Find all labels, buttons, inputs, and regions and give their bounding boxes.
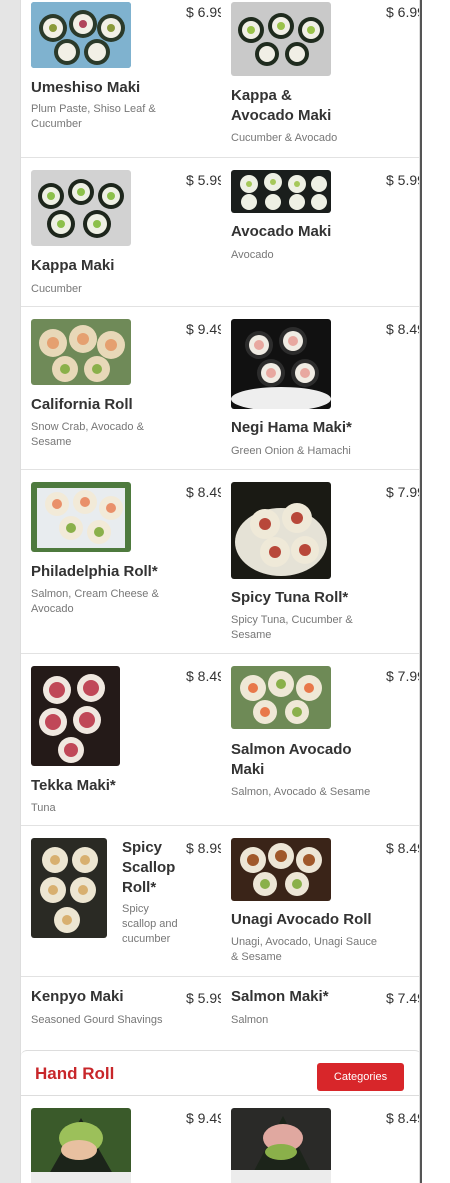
item-description: Unagi, Avocado, Unagi Sauce & Sesame	[231, 936, 377, 963]
item-photo	[31, 666, 120, 766]
menu-row: $ 6.99 Umeshiso Maki Plum Paste, Shiso L…	[21, 0, 419, 158]
item-price: $ 7.49	[386, 990, 419, 1006]
menu-row: $ 8.99 Spicy Scallop Roll* Spicy scallop…	[21, 826, 419, 977]
item-photo	[231, 319, 331, 409]
item-photo	[231, 666, 331, 729]
item-photo	[31, 319, 131, 385]
item-name: Kappa Maki	[31, 257, 115, 274]
item-name: Unagi Avocado Roll	[231, 911, 372, 928]
item-description: Salmon, Avocado & Sesame	[231, 786, 371, 798]
item-name: Kenpyo Maki	[31, 988, 124, 1005]
menu-item-negi-hama-maki[interactable]: $ 8.49 Negi Hama Maki* Green Onion & Ham…	[221, 307, 419, 469]
item-price: $ 8.99	[186, 840, 221, 856]
menu-item-hand-roll-1[interactable]: $ 9.49	[21, 1096, 221, 1183]
menu-item-spicy-scallop-roll[interactable]: $ 8.99 Spicy Scallop Roll* Spicy scallop…	[21, 826, 221, 976]
item-name: Salmon Avocado Maki	[231, 741, 352, 778]
menu-item-hand-roll-2[interactable]: $ 8.49	[221, 1096, 419, 1183]
menu-item-avocado-maki[interactable]: $ 5.99 Avocado Maki Avocado	[221, 158, 419, 306]
item-price: $ 7.99	[386, 484, 419, 500]
menu-item-kenpyo-maki[interactable]: $ 5.99 Kenpyo Maki Seasoned Gourd Shavin…	[21, 977, 221, 1050]
item-photo	[31, 838, 107, 938]
section-header-hand-roll: Hand Roll Categories	[21, 1050, 419, 1096]
menu-row: $ 8.49 Philadelphia Roll* Salmon, Cream …	[21, 470, 419, 654]
item-photo	[231, 838, 331, 901]
menu-panel: $ 6.99 Umeshiso Maki Plum Paste, Shiso L…	[20, 0, 420, 1183]
item-price: $ 7.99	[386, 668, 419, 684]
categories-button[interactable]: Categories	[317, 1063, 404, 1091]
item-price: $ 5.99	[186, 990, 221, 1006]
menu-item-kappa-avocado-maki[interactable]: $ 6.99 Kappa & Avocado Maki Cucumber & A…	[221, 0, 419, 157]
item-price: $ 8.49	[386, 1110, 419, 1126]
item-name: Avocado Maki	[231, 223, 332, 240]
item-price: $ 8.49	[186, 668, 221, 684]
item-photo	[231, 170, 331, 213]
item-price: $ 5.99	[386, 172, 419, 188]
section-title: Hand Roll	[35, 1064, 115, 1083]
item-price: $ 8.49	[386, 321, 419, 337]
menu-item-salmon-avocado-maki[interactable]: $ 7.99 Salmon Avocado Maki Salmon, Avoca…	[221, 654, 419, 825]
item-name: Tekka Maki*	[31, 777, 116, 794]
item-name: Spicy Scallop Roll*	[122, 839, 176, 896]
item-price: $ 8.49	[186, 484, 221, 500]
item-photo	[231, 1108, 331, 1183]
item-name: Salmon Maki*	[231, 988, 329, 1005]
item-description: Avocado	[231, 249, 274, 261]
scroll-gutter	[420, 0, 450, 1183]
item-photo	[31, 2, 131, 68]
menu-row: $ 9.49 $ 8.49	[21, 1096, 419, 1183]
item-price: $ 8.49	[386, 840, 419, 856]
item-description: Green Onion & Hamachi	[231, 445, 351, 457]
item-description: Cucumber & Avocado	[231, 132, 338, 144]
item-name: Negi Hama Maki*	[231, 419, 352, 436]
item-photo	[231, 482, 331, 579]
item-photo	[31, 482, 131, 552]
item-photo	[231, 2, 331, 76]
item-name: Kappa & Avocado Maki	[231, 87, 332, 124]
menu-item-spicy-tuna-roll[interactable]: $ 7.99 Spicy Tuna Roll* Spicy Tuna, Cucu…	[221, 470, 419, 653]
item-price: $ 9.49	[186, 321, 221, 337]
menu-row: $ 5.99 Kenpyo Maki Seasoned Gourd Shavin…	[21, 977, 419, 1050]
item-description: Salmon, Cream Cheese & Avocado	[31, 588, 159, 615]
item-description: Spicy scallop and cucumber	[122, 903, 178, 945]
item-description: Tuna	[31, 802, 56, 814]
item-price: $ 6.99	[186, 4, 221, 20]
item-price: $ 5.99	[186, 172, 221, 188]
page-gutter-left	[0, 0, 20, 1183]
item-description: Spicy Tuna, Cucumber & Sesame	[231, 614, 353, 641]
item-description: Plum Paste, Shiso Leaf & Cucumber	[31, 103, 156, 130]
menu-item-unagi-avocado-roll[interactable]: $ 8.49 Unagi Avocado Roll Unagi, Avocado…	[221, 826, 419, 976]
item-photo	[31, 1108, 131, 1183]
item-description: Seasoned Gourd Shavings	[31, 1014, 163, 1026]
menu-row: $ 8.49 Tekka Maki* Tuna $ 7.99 Salmon Av…	[21, 654, 419, 826]
item-name: Spicy Tuna Roll*	[231, 589, 349, 606]
menu-item-umeshiso-maki[interactable]: $ 6.99 Umeshiso Maki Plum Paste, Shiso L…	[21, 0, 221, 157]
item-name: Philadelphia Roll*	[31, 563, 158, 580]
item-description: Snow Crab, Avocado & Sesame	[31, 421, 144, 448]
item-name: California Roll	[31, 396, 133, 413]
menu-item-philadelphia-roll[interactable]: $ 8.49 Philadelphia Roll* Salmon, Cream …	[21, 470, 221, 653]
menu-row: $ 9.49 California Roll Snow Crab, Avocad…	[21, 307, 419, 470]
item-name: Umeshiso Maki	[31, 79, 141, 96]
item-price: $ 6.99	[386, 4, 419, 20]
item-description: Salmon	[231, 1014, 269, 1026]
menu-item-california-roll[interactable]: $ 9.49 California Roll Snow Crab, Avocad…	[21, 307, 221, 469]
item-price: $ 9.49	[186, 1110, 221, 1126]
item-photo	[31, 170, 131, 246]
item-description: Cucumber	[31, 283, 82, 295]
menu-row: $ 5.99 Kappa Maki Cucumber $ 5.99 Avocad…	[21, 158, 419, 307]
menu-item-kappa-maki[interactable]: $ 5.99 Kappa Maki Cucumber	[21, 158, 221, 306]
menu-item-tekka-maki[interactable]: $ 8.49 Tekka Maki* Tuna	[21, 654, 221, 825]
menu-item-salmon-maki[interactable]: $ 7.49 Salmon Maki* Salmon	[221, 977, 419, 1050]
